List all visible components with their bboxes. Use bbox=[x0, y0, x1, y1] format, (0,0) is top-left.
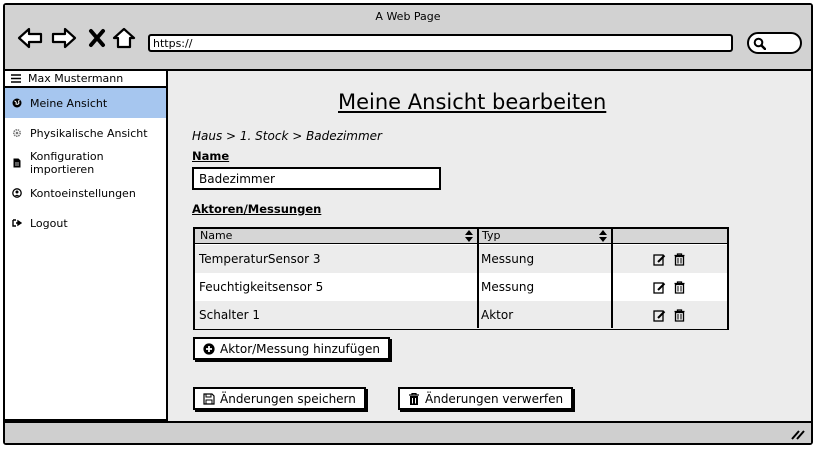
browser-toolbar: A Web Page https:// bbox=[5, 5, 811, 71]
sidebar: Max Mustermann Meine Ansicht Physikalisc… bbox=[5, 71, 168, 421]
discard-label: Änderungen verwerfen bbox=[425, 391, 564, 406]
save-button[interactable]: Änderungen speichern bbox=[193, 387, 366, 410]
sidebar-item-label: Konfiguration importieren bbox=[30, 150, 104, 176]
sidebar-item-konfiguration-importieren[interactable]: Konfiguration importieren bbox=[5, 148, 166, 178]
edit-icon[interactable] bbox=[653, 309, 666, 322]
cell-typ: Aktor bbox=[481, 308, 514, 322]
cell-name: Schalter 1 bbox=[199, 308, 260, 322]
column-divider bbox=[611, 229, 613, 328]
sidebar-item-kontoeinstellungen[interactable]: Kontoeinstellungen bbox=[5, 178, 166, 208]
user-name: Max Mustermann bbox=[28, 71, 124, 85]
section-label: Aktoren/Messungen bbox=[192, 202, 322, 216]
cell-typ: Messung bbox=[481, 252, 535, 266]
sidebar-item-label: Physikalische Ansicht bbox=[30, 126, 148, 140]
search-icon bbox=[753, 37, 766, 50]
name-field[interactable]: Badezimmer bbox=[192, 167, 441, 190]
cell-name: TemperaturSensor 3 bbox=[199, 252, 321, 266]
page-title: Meine Ansicht bearbeiten bbox=[338, 90, 607, 114]
add-actor-button[interactable]: Aktor/Messung hinzufügen bbox=[193, 337, 390, 360]
sort-icon bbox=[599, 230, 607, 242]
sidebar-item-label: Meine Ansicht bbox=[30, 96, 108, 110]
url-bar[interactable]: https:// bbox=[148, 34, 733, 52]
edit-icon[interactable] bbox=[653, 253, 666, 266]
trash-icon[interactable] bbox=[673, 281, 686, 294]
sidebar-item-logout[interactable]: Logout bbox=[5, 208, 166, 238]
globe-icon bbox=[12, 98, 22, 108]
actors-table: Name Typ TemperaturSensor 3 Messung Feuc… bbox=[193, 227, 729, 330]
gear-icon bbox=[12, 128, 22, 138]
edit-icon[interactable] bbox=[653, 281, 666, 294]
save-label: Änderungen speichern bbox=[220, 391, 356, 406]
browser-window: A Web Page https:// Max Mustermann Meine… bbox=[3, 3, 813, 445]
cell-typ: Messung bbox=[481, 280, 535, 294]
table-header: Name Typ bbox=[195, 229, 727, 244]
sidebar-item-label: Logout bbox=[30, 216, 68, 230]
user-circle-icon bbox=[12, 188, 22, 198]
column-header-name[interactable]: Name bbox=[195, 229, 479, 244]
trash-icon[interactable] bbox=[673, 309, 686, 322]
sort-icon bbox=[465, 230, 473, 242]
sidebar-item-physikalische-ansicht[interactable]: Physikalische Ansicht bbox=[5, 118, 166, 148]
floppy-disk-icon bbox=[203, 392, 215, 405]
sidebar-header[interactable]: Max Mustermann bbox=[5, 71, 166, 88]
window-title: A Web Page bbox=[375, 10, 441, 23]
trash-icon bbox=[409, 392, 419, 405]
column-divider bbox=[477, 229, 479, 328]
sidebar-item-meine-ansicht[interactable]: Meine Ansicht bbox=[5, 88, 166, 118]
table-row[interactable]: Feuchtigkeitsensor 5 Messung bbox=[195, 273, 727, 301]
resize-grip-icon[interactable] bbox=[791, 430, 805, 440]
cell-name: Feuchtigkeitsensor 5 bbox=[199, 280, 324, 294]
plus-circle-icon bbox=[203, 342, 215, 355]
column-header-actions bbox=[613, 229, 727, 244]
back-arrow-icon[interactable] bbox=[17, 27, 43, 49]
main-content: Meine Ansicht bearbeiten Haus > 1. Stock… bbox=[168, 71, 811, 421]
name-label: Name bbox=[192, 149, 230, 163]
status-bar bbox=[5, 421, 811, 443]
sidebar-item-label: Kontoeinstellungen bbox=[30, 186, 136, 200]
home-icon[interactable] bbox=[112, 27, 136, 49]
trash-icon[interactable] bbox=[673, 253, 686, 266]
search-box[interactable] bbox=[747, 32, 802, 54]
discard-button[interactable]: Änderungen verwerfen bbox=[398, 387, 574, 410]
forward-arrow-icon[interactable] bbox=[51, 27, 77, 49]
breadcrumb: Haus > 1. Stock > Badezimmer bbox=[192, 129, 382, 143]
logout-icon bbox=[12, 219, 22, 227]
file-icon bbox=[13, 158, 21, 168]
menu-icon bbox=[11, 74, 21, 83]
table-row[interactable]: Schalter 1 Aktor bbox=[195, 301, 727, 329]
table-row[interactable]: TemperaturSensor 3 Messung bbox=[195, 245, 727, 273]
close-x-icon[interactable] bbox=[87, 27, 107, 49]
add-actor-label: Aktor/Messung hinzufügen bbox=[220, 341, 380, 356]
column-header-typ[interactable]: Typ bbox=[479, 229, 613, 244]
